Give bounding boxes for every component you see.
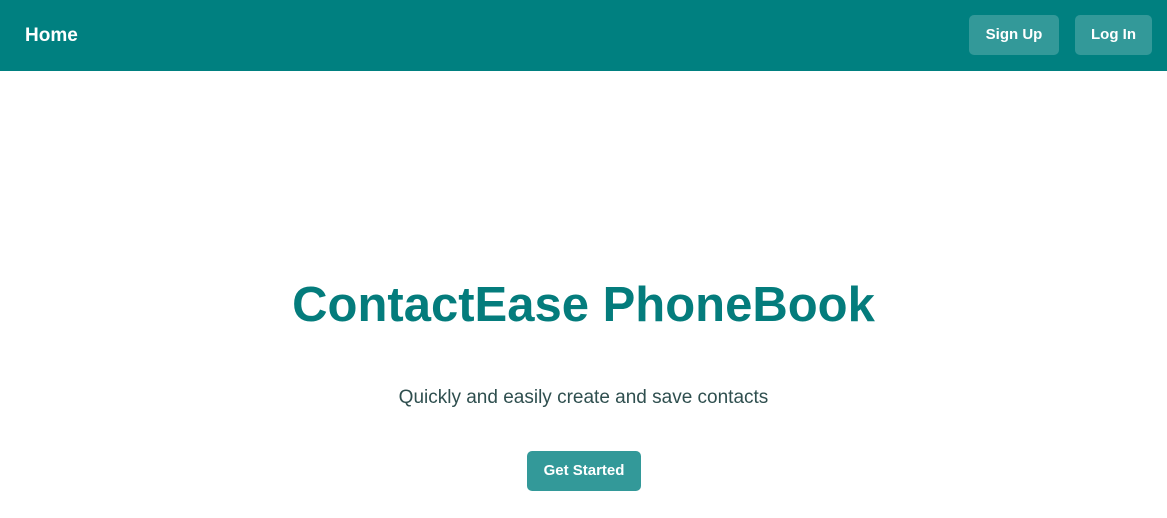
get-started-button[interactable]: Get Started: [527, 451, 641, 491]
sign-up-button[interactable]: Sign Up: [969, 15, 1059, 55]
page-title: ContactEase PhoneBook: [292, 278, 875, 332]
page-subtitle: Quickly and easily create and save conta…: [398, 387, 769, 408]
log-in-button[interactable]: Log In: [1075, 15, 1152, 55]
home-link[interactable]: Home: [25, 24, 78, 48]
top-navbar: Home Sign Up Log In: [0, 0, 1167, 71]
